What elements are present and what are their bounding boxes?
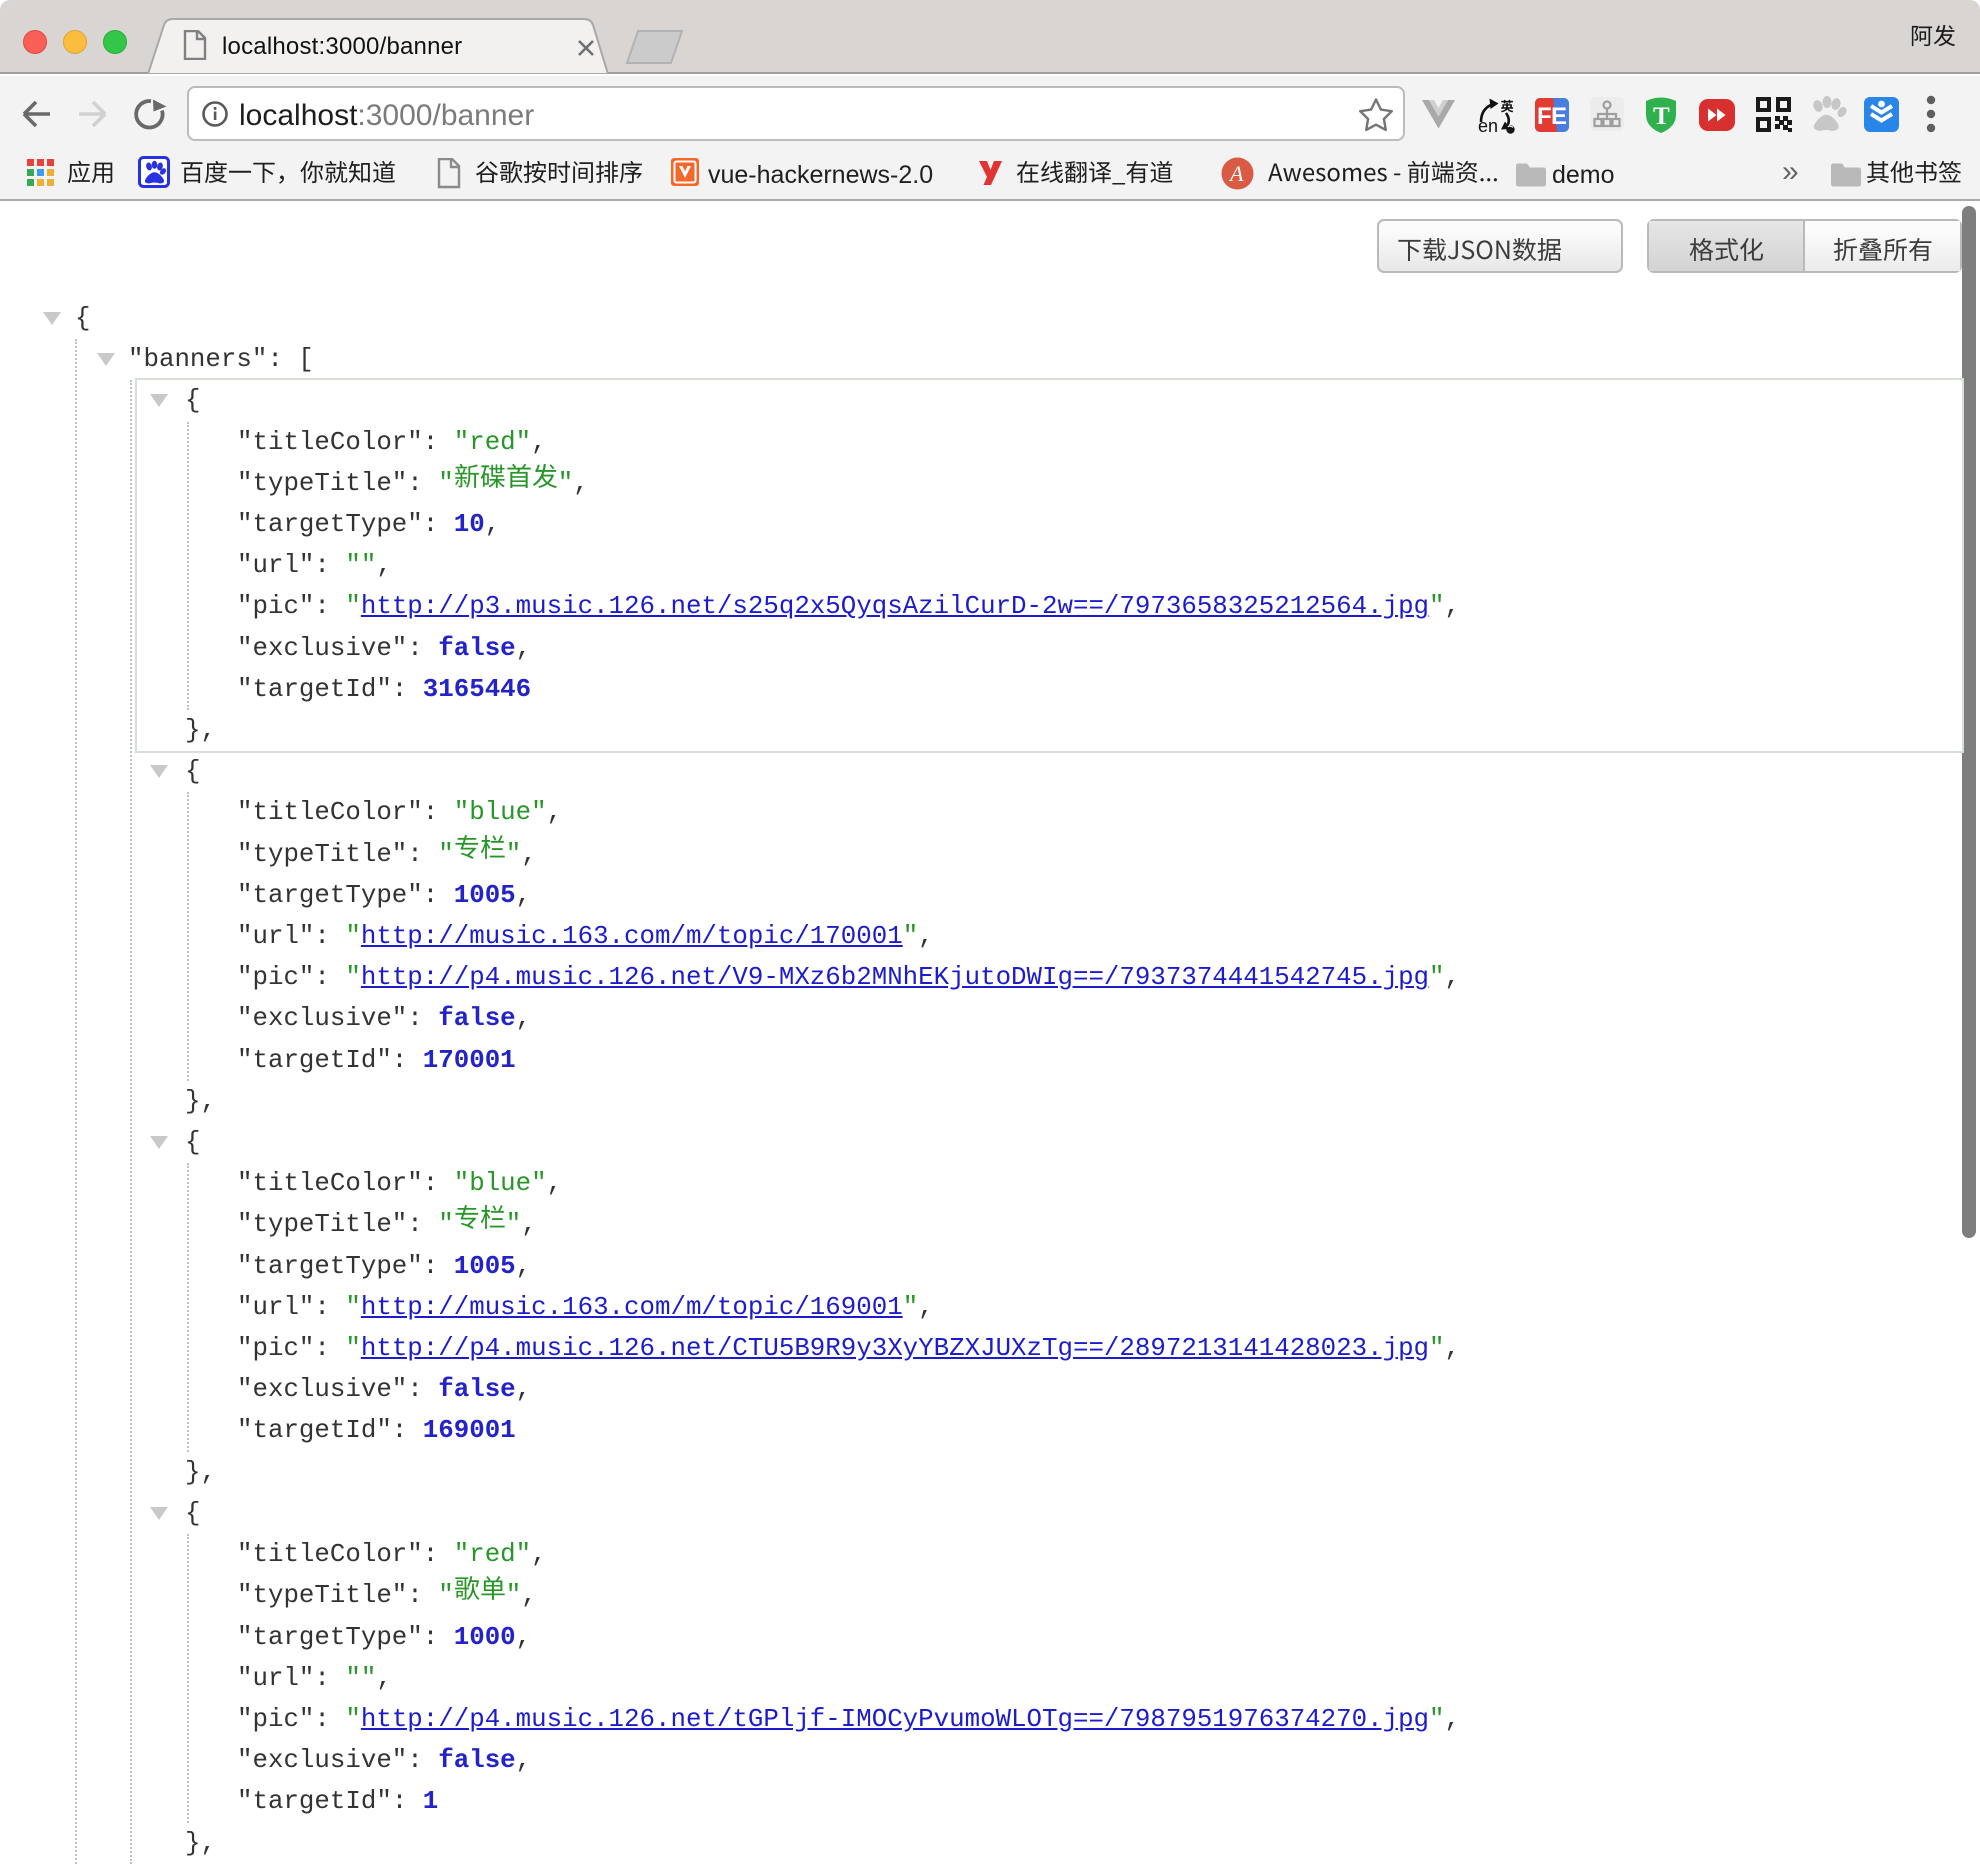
svg-text:A: A — [1228, 161, 1244, 186]
svg-text:T: T — [1653, 103, 1670, 130]
svg-text:FE: FE — [1537, 103, 1567, 130]
